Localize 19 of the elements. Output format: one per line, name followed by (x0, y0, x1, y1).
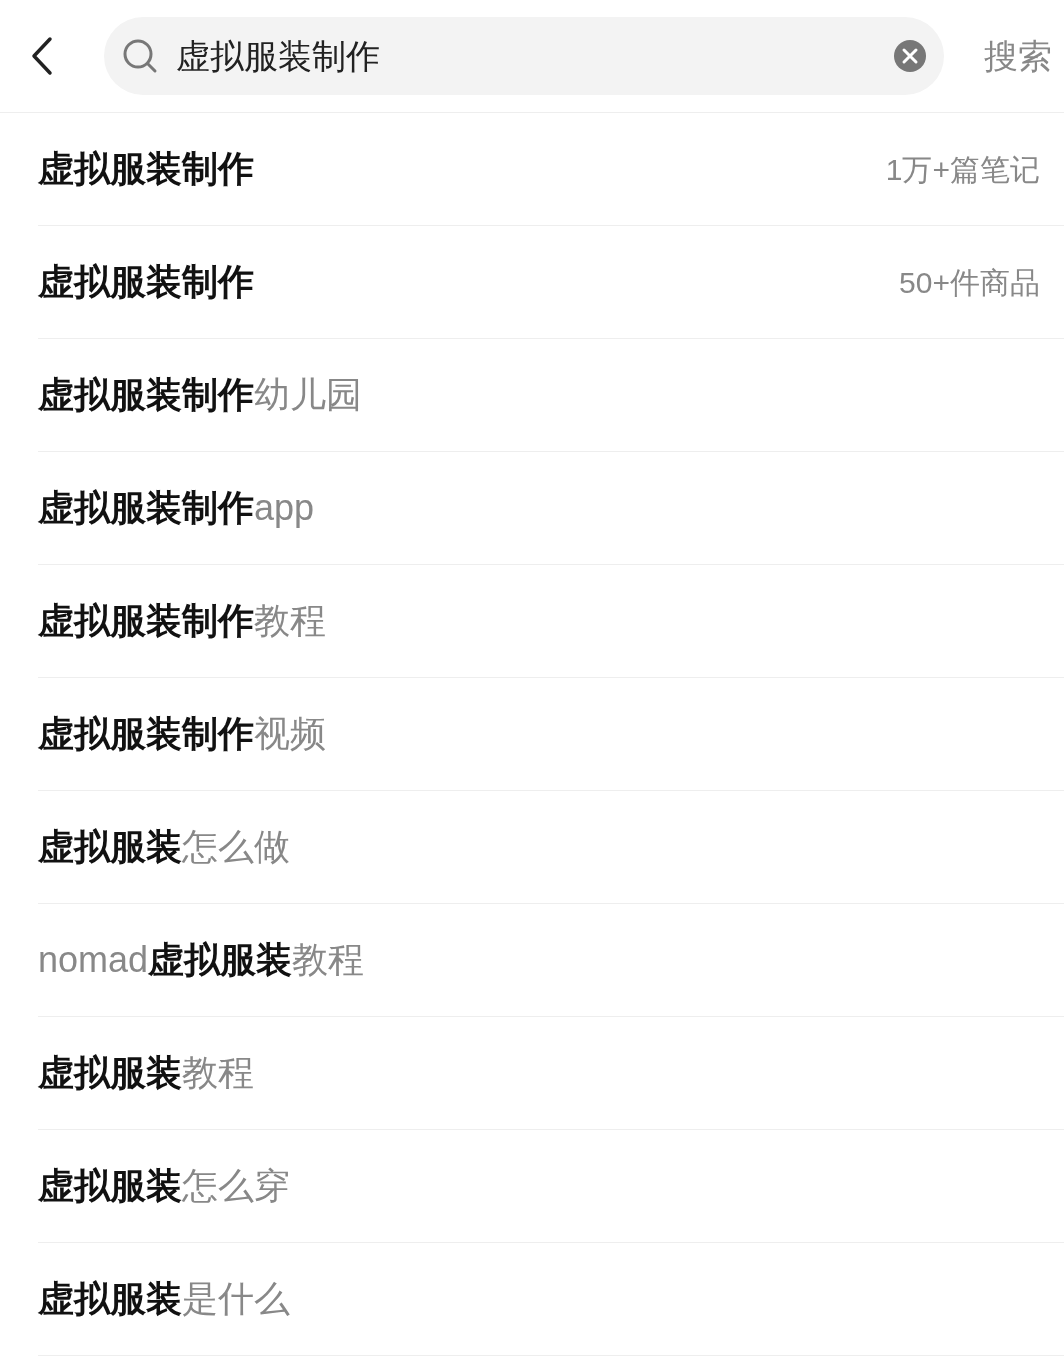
suggestion-item[interactable]: 虚拟服装制作视频 (38, 707, 326, 761)
clear-icon[interactable] (894, 40, 926, 72)
search-input[interactable]: 虚拟服装制作 (176, 30, 894, 82)
suggestion-item[interactable]: 虚拟服装教程 (38, 1046, 254, 1100)
suggestion-item[interactable]: 虚拟服装制作教程 (38, 594, 326, 648)
suggestion-item[interactable]: 虚拟服装怎么穿 (38, 1159, 290, 1213)
suggestion-item[interactable]: 虚拟服装制作 (38, 142, 254, 196)
back-icon (30, 36, 54, 76)
result-count: 1万+篇笔记 (885, 151, 1040, 188)
search-field[interactable]: 虚拟服装制作 (104, 17, 944, 95)
search-icon (122, 38, 158, 74)
search-button[interactable]: 搜索 (984, 30, 1052, 82)
suggestion-item[interactable]: 虚拟服装制作app (38, 481, 315, 535)
suggestion-item[interactable]: 虚拟服装怎么做 (38, 820, 290, 874)
suggestion-item[interactable]: 虚拟服装制作幼儿园 (38, 368, 362, 422)
suggestion-item[interactable]: 虚拟服装制作 (38, 255, 254, 309)
result-count: 50+件商品 (899, 264, 1040, 301)
suggestion-item[interactable]: 虚拟服装是什么 (38, 1272, 290, 1326)
suggestion-item[interactable]: nomad虚拟服装教程 (38, 933, 365, 987)
